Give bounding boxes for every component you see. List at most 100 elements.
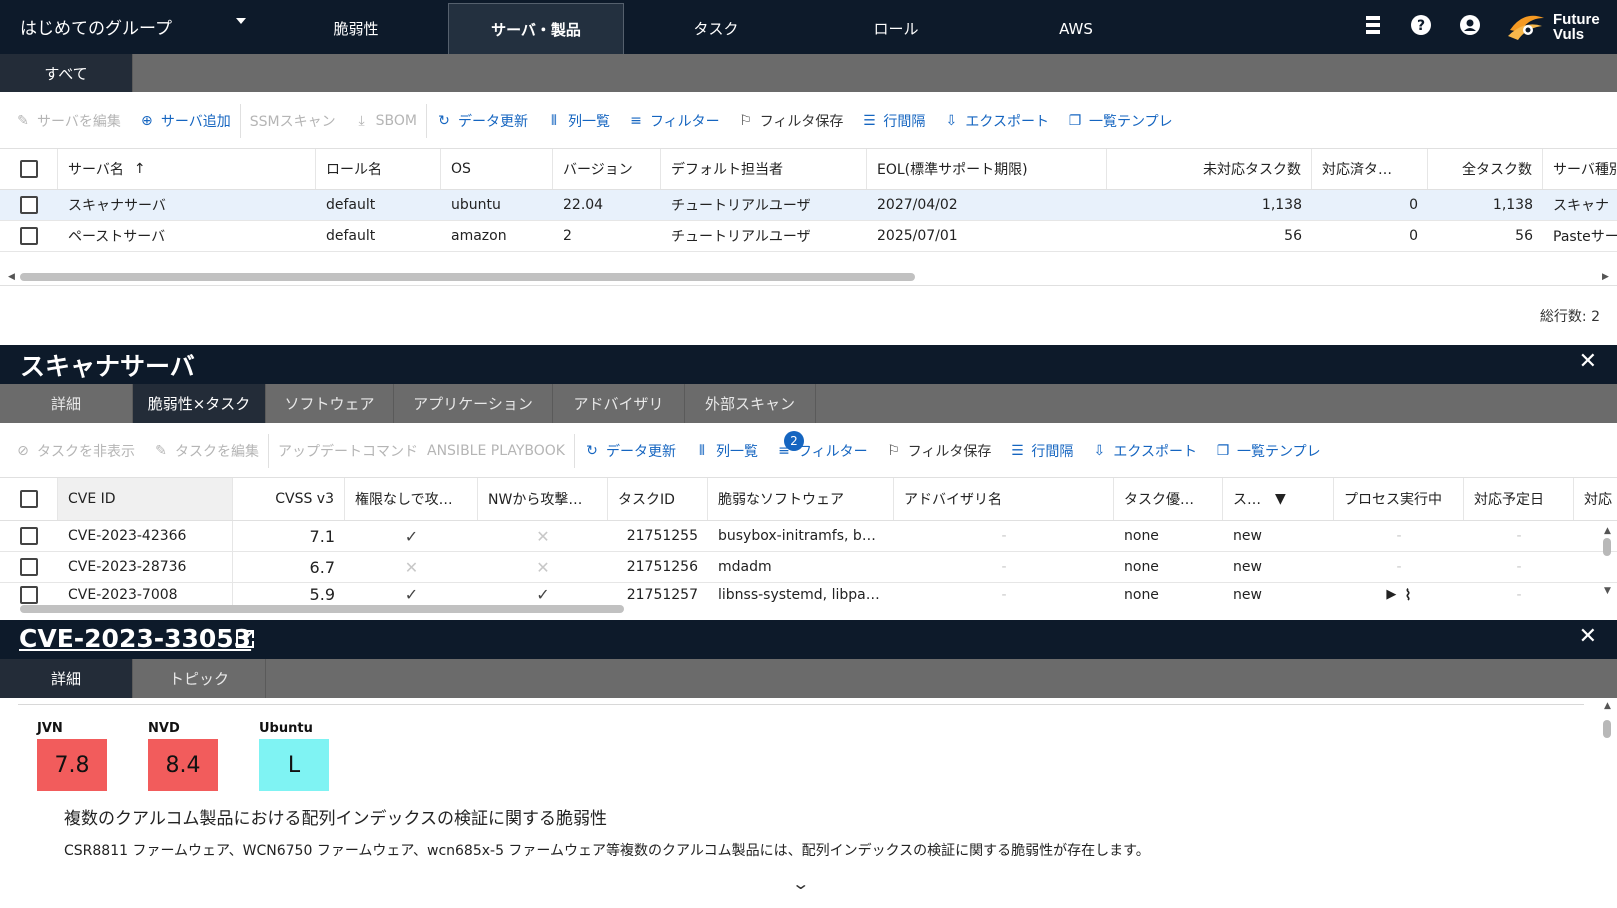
col-cve-id[interactable]: CVE ID xyxy=(58,478,233,520)
col-eol[interactable]: EOL(標準サポート期限) xyxy=(867,149,1107,189)
scroll-left-icon[interactable]: ◀ xyxy=(8,272,15,282)
tab-applications[interactable]: アプリケーション xyxy=(394,384,553,423)
row-spacing-button[interactable]: ☰ 行間隔 xyxy=(852,98,934,144)
export-button[interactable]: ⇩ エクスポート xyxy=(1082,428,1206,474)
task-row[interactable]: CVE-2023-42366 7.1 ✓ ✕ 21751255 busybox-initr… xyxy=(0,521,1617,552)
col-due-date[interactable]: 対応予定日 xyxy=(1464,478,1574,520)
group-dropdown-caret-icon[interactable] xyxy=(236,18,246,24)
expand-chevron-icon[interactable]: ⌄ xyxy=(791,874,810,893)
col-open-tasks[interactable]: 未対応タスク数 xyxy=(1107,149,1312,189)
filter-active-icon[interactable]: ▼ xyxy=(1275,491,1286,507)
server-row[interactable]: ペーストサーバ default amazon 2 チュートリアルユーザ 2025… xyxy=(0,221,1617,252)
nav-tab-aws[interactable]: AWS xyxy=(990,3,1162,54)
col-server-name[interactable]: サーバ名 ↑ xyxy=(58,149,316,189)
nav-tab-vulnerabilities[interactable]: 脆弱性 xyxy=(270,3,442,54)
list-template-button[interactable]: ❐ 一覧テンプレ xyxy=(1058,98,1182,144)
col-vulnerable-software[interactable]: 脆弱なソフトウェア xyxy=(708,478,894,520)
scroll-up-icon[interactable]: ▲ xyxy=(1604,701,1611,711)
row-checkbox[interactable] xyxy=(20,527,38,545)
row-checkbox[interactable] xyxy=(20,558,38,576)
account-icon[interactable] xyxy=(1459,14,1481,36)
export-button[interactable]: ⇩ エクスポート xyxy=(934,98,1058,144)
col-task-id[interactable]: タスクID xyxy=(608,478,708,520)
col-no-privilege[interactable]: 権限なしで攻… xyxy=(345,478,478,520)
close-icon[interactable]: ✕ xyxy=(1579,624,1597,649)
cell-cve[interactable]: CVE-2023-42366 xyxy=(58,521,233,551)
filter-button[interactable]: ≡ 2 フィルター xyxy=(767,428,877,474)
sbom-button[interactable]: ⤓ SBOM xyxy=(345,98,426,144)
open-external-icon[interactable] xyxy=(234,628,256,654)
col-os[interactable]: OS xyxy=(441,149,553,189)
col-advisory[interactable]: アドバイザリ名 xyxy=(894,478,1114,520)
task-table-hscrollbar[interactable] xyxy=(20,605,624,613)
col-resolved-tasks[interactable]: 対応済タ… xyxy=(1312,149,1428,189)
filter-button[interactable]: ≡ フィルター xyxy=(619,98,729,144)
cve-detail-title[interactable]: CVE-2023-33053 xyxy=(19,624,251,653)
document-list-icon[interactable] xyxy=(1362,14,1384,36)
col-total-tasks[interactable]: 全タスク数 xyxy=(1428,149,1543,189)
edit-task-button[interactable]: ✎ タスクを編集 xyxy=(144,428,268,474)
select-all-checkbox[interactable] xyxy=(19,490,38,508)
row-checkbox[interactable] xyxy=(20,585,38,604)
row-checkbox[interactable] xyxy=(20,196,38,214)
add-server-button[interactable]: ⊕ サーバ追加 xyxy=(130,98,240,144)
scroll-right-icon[interactable]: ▶ xyxy=(1602,272,1609,282)
col-version[interactable]: バージョン xyxy=(553,149,661,189)
tab-detail[interactable]: 詳細 xyxy=(0,659,133,698)
refresh-button[interactable]: ↻ データ更新 xyxy=(427,98,537,144)
tab-detail[interactable]: 詳細 xyxy=(0,384,133,423)
help-icon[interactable]: ? xyxy=(1410,14,1432,36)
server-row[interactable]: スキャナサーバ default ubuntu 22.04 チュートリアルユーザ … xyxy=(0,190,1617,221)
ansible-playbook-button[interactable]: ANSIBLE PLAYBOOK xyxy=(427,428,574,474)
list-template-button[interactable]: ❐ 一覧テンプレ xyxy=(1206,428,1330,474)
cve-detail-vscrollbar[interactable] xyxy=(1603,720,1611,738)
tab-software[interactable]: ソフトウェア xyxy=(266,384,394,423)
col-task-priority[interactable]: タスク優… xyxy=(1114,478,1223,520)
edit-server-button[interactable]: ✎ サーバを編集 xyxy=(6,98,130,144)
visibility-off-icon: ⊘ xyxy=(17,443,29,459)
col-default-assignee[interactable]: デフォルト担当者 xyxy=(661,149,867,189)
cell-role: default xyxy=(326,228,376,244)
cell-cve[interactable]: CVE-2023-28736 xyxy=(58,552,233,582)
col-response[interactable]: 対応 xyxy=(1574,478,1617,520)
scroll-up-icon[interactable]: ▲ xyxy=(1604,526,1611,536)
cell-cve[interactable]: CVE-2023-7008 xyxy=(58,583,233,606)
button-label: 一覧テンプレ xyxy=(1089,114,1173,130)
column-list-button[interactable]: ⦀ 列一覧 xyxy=(685,428,767,474)
task-row[interactable]: CVE-2023-28736 6.7 ✕ ✕ 21751256 mdadm - none new… xyxy=(0,552,1617,583)
subtab-all[interactable]: すべて xyxy=(0,54,133,92)
task-table-vscrollbar[interactable] xyxy=(1603,538,1611,556)
col-process-running[interactable]: プロセス実行中 xyxy=(1334,478,1464,520)
save-filter-button[interactable]: ⚐ フィルタ保存 xyxy=(729,98,853,144)
sort-ascending-icon[interactable]: ↑ xyxy=(134,161,146,177)
col-network-attack[interactable]: NWから攻撃… xyxy=(478,478,608,520)
button-label: フィルター xyxy=(797,444,868,460)
group-selector[interactable]: はじめてのグループ xyxy=(20,14,172,39)
row-spacing-button[interactable]: ☰ 行間隔 xyxy=(1000,428,1082,474)
hide-task-button[interactable]: ⊘ タスクを非表示 xyxy=(6,428,144,474)
tab-topics[interactable]: トピック xyxy=(133,659,266,698)
tab-external-scan[interactable]: 外部スキャン xyxy=(685,384,816,423)
cell-server-name[interactable]: ペーストサーバ xyxy=(58,221,316,251)
cell-server-name[interactable]: スキャナサーバ xyxy=(58,190,316,220)
server-table-hscrollbar[interactable] xyxy=(20,273,915,281)
col-status[interactable]: ス… ▼ xyxy=(1223,478,1334,520)
scroll-down-icon[interactable]: ▼ xyxy=(1604,586,1611,596)
nav-tab-servers[interactable]: サーバ・製品 xyxy=(448,3,624,54)
close-icon[interactable]: ✕ xyxy=(1579,349,1597,374)
nav-tab-roles[interactable]: ロール xyxy=(810,3,982,54)
row-checkbox[interactable] xyxy=(20,227,38,245)
column-list-button[interactable]: ⦀ 列一覧 xyxy=(537,98,619,144)
task-row[interactable]: CVE-2023-7008 5.9 ✓ ✓ 21751257 libnss-systemd… xyxy=(0,583,1617,607)
update-command-button[interactable]: アップデートコマンド xyxy=(269,428,427,474)
tab-advisories[interactable]: アドバイザリ xyxy=(553,384,685,423)
col-server-type[interactable]: サーバ種別 xyxy=(1543,149,1617,189)
refresh-button[interactable]: ↻ データ更新 xyxy=(575,428,685,474)
select-all-checkbox[interactable] xyxy=(19,160,38,178)
ssm-scan-button[interactable]: SSMスキャン xyxy=(241,98,345,144)
tab-vuln-tasks[interactable]: 脆弱性×タスク xyxy=(133,384,266,423)
col-cvss[interactable]: CVSS v3 xyxy=(233,478,345,520)
nav-tab-tasks[interactable]: タスク xyxy=(630,3,802,54)
col-role-name[interactable]: ロール名 xyxy=(316,149,441,189)
save-filter-button[interactable]: ⚐ フィルタ保存 xyxy=(877,428,1001,474)
